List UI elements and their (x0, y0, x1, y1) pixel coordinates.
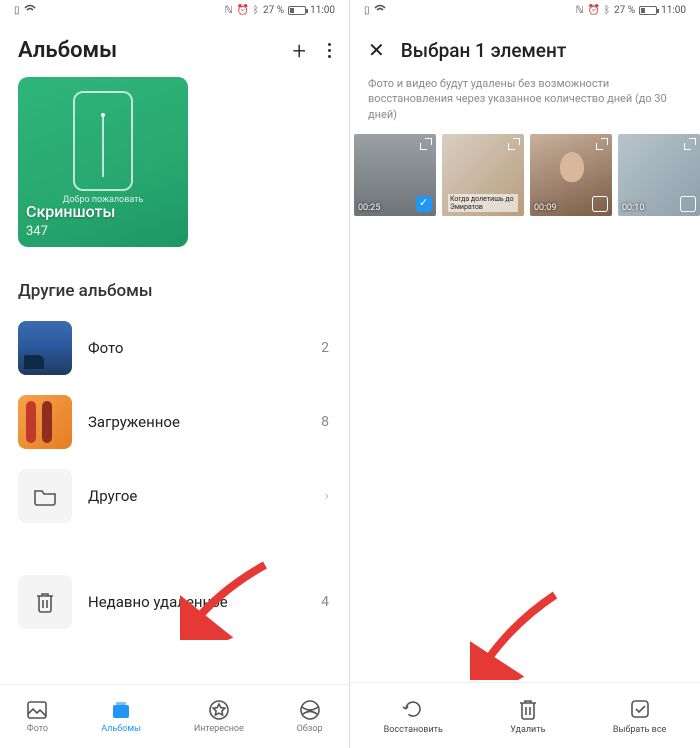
checkbox[interactable] (680, 196, 696, 212)
media-thumb-3[interactable]: 00:09 (530, 134, 612, 216)
media-thumb-1[interactable]: 00:25 (354, 134, 436, 216)
status-bar: ▯ ℕ ⏰ ᛒ 27 % 11:00 (350, 0, 700, 20)
expand-icon (596, 138, 608, 150)
action-label: Восстановить (384, 725, 443, 735)
nav-albums[interactable]: Альбомы (101, 699, 141, 734)
bluetooth-icon: ᛒ (253, 5, 259, 16)
action-label: Удалить (510, 725, 545, 735)
album-row-other[interactable]: Другое › (0, 459, 349, 533)
annotation-arrow (180, 560, 270, 640)
album-row-downloads[interactable]: Загруженное 8 (0, 385, 349, 459)
card-title: Скриншоты (26, 202, 115, 221)
bottom-nav: Фото Альбомы Интересное Обзор (0, 684, 349, 748)
action-label: Выбрать все (613, 725, 666, 735)
nav-discover[interactable]: Интересное (194, 699, 244, 734)
globe-icon (299, 699, 321, 721)
add-album-button[interactable]: + (292, 39, 306, 63)
clock: 11:00 (661, 5, 686, 16)
close-button[interactable]: ✕ (368, 38, 385, 62)
deletion-info-text: Фото и видео будут удалены без возможнос… (350, 72, 700, 134)
thumbnail-strip: 00:25 Когда долетишь до Эмиратов 00:09 0… (350, 134, 700, 216)
duration: 00:10 (622, 203, 644, 213)
bluetooth-icon: ᛒ (604, 5, 610, 16)
selection-header: ✕ Выбран 1 элемент (350, 20, 700, 72)
albums-header: Альбомы + (0, 20, 349, 77)
status-bar: ▯ ℕ ⏰ ᛒ 27 % 11:00 (0, 0, 349, 20)
nfc-icon: ℕ (576, 5, 584, 16)
album-row-photo[interactable]: Фото 2 (0, 311, 349, 385)
album-count: 8 (321, 414, 329, 430)
bottom-action-bar: Восстановить Удалить Выбрать все (350, 682, 700, 748)
nav-label: Альбомы (101, 724, 141, 734)
album-label: Фото (88, 339, 305, 357)
duration: 00:09 (534, 203, 556, 213)
nav-label: Интересное (194, 724, 244, 734)
gallery-albums-screen: ▯ ℕ ⏰ ᛒ 27 % 11:00 Альбомы + Добро пожал… (0, 0, 350, 748)
battery-icon (288, 6, 306, 15)
nav-photo[interactable]: Фото (26, 699, 48, 734)
expand-icon (420, 138, 432, 150)
wifi-icon (24, 4, 36, 17)
nav-label: Обзор (297, 724, 323, 734)
restore-button[interactable]: Восстановить (384, 697, 443, 735)
select-all-button[interactable]: Выбрать все (613, 697, 666, 735)
phone-illustration (73, 91, 133, 191)
chevron-right-icon: › (325, 488, 329, 504)
page-title: Альбомы (18, 38, 117, 63)
nfc-icon: ℕ (225, 5, 233, 16)
star-icon (208, 699, 230, 721)
album-label: Загруженное (88, 413, 305, 431)
album-card-screenshots[interactable]: Добро пожаловать Скриншоты 347 (18, 77, 188, 247)
photo-icon (26, 699, 48, 721)
more-menu-button[interactable] (328, 43, 331, 58)
nav-browse[interactable]: Обзор (297, 699, 323, 734)
card-count: 347 (26, 224, 48, 239)
trash-icon (516, 697, 540, 721)
album-label: Другое (88, 487, 309, 505)
alarm-icon: ⏰ (588, 5, 600, 16)
selection-title: Выбран 1 элемент (401, 39, 567, 62)
alarm-icon: ⏰ (237, 5, 249, 16)
nav-label: Фото (27, 724, 48, 734)
battery-percent: 27 % (263, 5, 284, 16)
duration: 00:25 (358, 203, 380, 213)
recently-deleted-screen: ▯ ℕ ⏰ ᛒ 27 % 11:00 ✕ Выбран 1 элемент Фо… (350, 0, 700, 748)
photo-thumb-icon (18, 321, 72, 375)
expand-icon (508, 138, 520, 150)
album-row-recently-deleted[interactable]: Недавно удаленное 4 (0, 565, 349, 639)
section-other-albums: Другие альбомы (0, 247, 349, 311)
album-count: 2 (321, 340, 329, 356)
select-all-icon (628, 697, 652, 721)
wifi-icon (374, 4, 386, 17)
sim-icon: ▯ (364, 5, 370, 16)
media-thumb-4[interactable]: 00:10 (618, 134, 700, 216)
delete-button[interactable]: Удалить (510, 697, 545, 735)
downloads-thumb-icon (18, 395, 72, 449)
restore-icon (401, 697, 425, 721)
expand-icon (684, 138, 696, 150)
checkbox[interactable] (592, 196, 608, 212)
battery-percent: 27 % (614, 5, 635, 16)
trash-icon (18, 575, 72, 629)
folder-icon (18, 469, 72, 523)
album-count: 4 (321, 594, 329, 610)
clock: 11:00 (310, 5, 335, 16)
annotation-arrow (470, 590, 560, 680)
thumb-caption: Когда долетишь до Эмиратов (448, 194, 518, 212)
media-thumb-2[interactable]: Когда долетишь до Эмиратов (442, 134, 524, 216)
albums-icon (110, 699, 132, 721)
face-placeholder (560, 152, 584, 182)
battery-icon (639, 6, 657, 15)
sim-icon: ▯ (14, 5, 20, 16)
checkbox-selected[interactable] (416, 196, 432, 212)
